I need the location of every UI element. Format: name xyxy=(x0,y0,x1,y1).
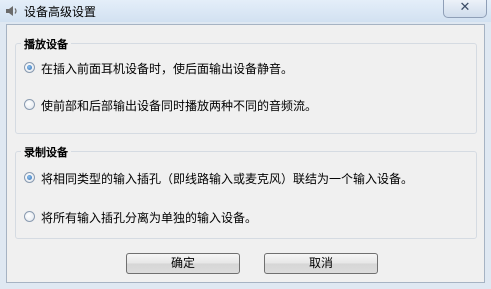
dialog-content: 播放设备 在插入前面耳机设备时，使后面输出设备静音。 使前部和后部输出设备同时播… xyxy=(6,24,485,283)
dialog-window: 设备高级设置 ✕ 播放设备 在插入前面耳机设备时，使后面输出设备静音。 使前部和… xyxy=(0,0,491,289)
radio-label: 使前部和后部输出设备同时播放两种不同的音频流。 xyxy=(41,99,318,113)
recording-legend: 录制设备 xyxy=(21,144,71,160)
radio-label: 在插入前面耳机设备时，使后面输出设备静音。 xyxy=(41,62,294,76)
radio-button[interactable] xyxy=(24,99,35,110)
radio-button-checked[interactable] xyxy=(24,172,35,183)
radio-button-checked[interactable] xyxy=(24,62,35,73)
speaker-icon xyxy=(4,3,20,19)
radio-button[interactable] xyxy=(24,211,35,222)
recording-group: 录制设备 将相同类型的输入插孔（即线路输入或麦克风）联结为一个输入设备。 将所有… xyxy=(15,144,477,239)
playback-group: 播放设备 在插入前面耳机设备时，使后面输出设备静音。 使前部和后部输出设备同时播… xyxy=(15,36,477,134)
close-button[interactable]: ✕ xyxy=(443,0,487,18)
ok-button[interactable]: 确定 xyxy=(126,253,240,274)
title-bar[interactable]: 设备高级设置 ✕ xyxy=(0,0,491,22)
close-icon: ✕ xyxy=(459,0,471,15)
radio-label: 将相同类型的输入插孔（即线路输入或麦克风）联结为一个输入设备。 xyxy=(41,172,414,186)
cancel-button[interactable]: 取消 xyxy=(264,253,378,274)
window-title: 设备高级设置 xyxy=(24,5,97,19)
radio-label: 将所有输入插孔分离为单独的输入设备。 xyxy=(41,211,258,225)
playback-legend: 播放设备 xyxy=(21,36,71,52)
